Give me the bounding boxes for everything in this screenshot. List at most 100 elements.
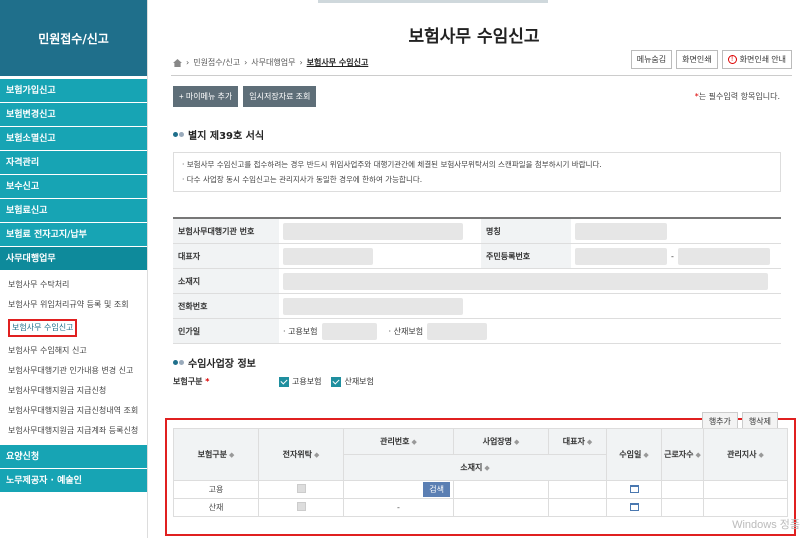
- sort-icon: ◆: [484, 464, 490, 472]
- approval-label: 인가일: [173, 319, 279, 343]
- breadcrumb-item[interactable]: 민원접수/신고: [193, 57, 240, 68]
- agency-no-label: 보험사무대행기관 번호: [173, 219, 279, 243]
- sidebar-sub-termination[interactable]: 보험사무 수임해지 신고: [0, 341, 147, 361]
- agency-no-value: [283, 222, 463, 240]
- sort-icon: ◆: [758, 451, 764, 459]
- search-button[interactable]: 검색: [423, 482, 450, 497]
- breadcrumb-current: 보험사무 수임신고: [306, 58, 369, 67]
- rep-value: [283, 247, 373, 265]
- top-strip: [318, 0, 548, 3]
- calendar-icon[interactable]: [629, 484, 639, 493]
- row-ins-type: 산재: [173, 498, 259, 517]
- sidebar-item-care-apply[interactable]: 요양신청: [0, 445, 147, 469]
- sort-icon: ◆: [411, 438, 417, 446]
- print-guide-label: 화면인쇄 안내: [739, 55, 786, 64]
- sidebar-sub-subscription-report[interactable]: 보험사무 수임신고: [0, 315, 147, 341]
- table-row: 산재 -: [173, 498, 788, 517]
- checkbox-icon: [331, 376, 342, 387]
- bullet-icon: [179, 360, 184, 365]
- rep-cell[interactable]: [548, 498, 607, 517]
- sort-icon: ◆: [586, 438, 593, 446]
- form-section-title: 별지 제39호 서식: [173, 127, 264, 142]
- rep-cell[interactable]: [548, 480, 607, 499]
- add-my-menu-button[interactable]: + 마이메뉴 추가: [173, 86, 239, 107]
- sort-icon: ◆: [314, 451, 320, 459]
- workers-cell[interactable]: [661, 498, 704, 517]
- calendar-icon[interactable]: [629, 502, 639, 511]
- main-content: 보험사무 수임신고 › 민원접수/신고 › 사무대행업무 › 보험사무 수임신고…: [148, 0, 800, 538]
- employment-checkbox[interactable]: 고용보험: [279, 376, 321, 387]
- header-biz-name[interactable]: 사업장명 ◆: [453, 428, 549, 455]
- rrn-value-front: [575, 247, 667, 265]
- subscribed-section-title: 수임사업장 정보: [173, 355, 256, 370]
- sidebar-sub-subsidy-history[interactable]: 보험사무대행지원금 지급신청내역 조회: [0, 401, 147, 421]
- breadcrumb-item[interactable]: 사무대행업무: [251, 57, 295, 68]
- required-note: *는 필수입력 항목입니다.: [694, 92, 780, 101]
- sidebar-item-insurance-join[interactable]: 보험가입신고: [0, 79, 147, 103]
- breadcrumb: › 민원접수/신고 › 사무대행업무 › 보험사무 수임신고: [173, 57, 368, 68]
- workers-cell[interactable]: [661, 480, 704, 499]
- action-buttons: + 마이메뉴 추가 임시저장자료 조회: [173, 86, 317, 107]
- sidebar-sub-delegation-rules[interactable]: 보험사무 위임처리규약 등록 및 조회: [0, 295, 147, 315]
- header-electronic[interactable]: 전자위탁 ◆: [258, 428, 344, 481]
- notice-line: · 다수 사업장 동시 수임신고는 관리지사가 동일한 경우에 한하여 가능합니…: [182, 175, 423, 184]
- sidebar-item-premium-report[interactable]: 보험료신고: [0, 199, 147, 223]
- industrial-checkbox[interactable]: 산재보험: [331, 376, 374, 387]
- sidebar-sub-entrust[interactable]: 보험사무 수탁처리: [0, 275, 147, 295]
- header-date[interactable]: 수임일 ◆: [606, 428, 662, 481]
- sidebar-sub-subsidy-apply[interactable]: 보험사무대행지원금 지급신청: [0, 381, 147, 401]
- branch-cell[interactable]: [703, 480, 788, 499]
- phone-label: 전화번호: [173, 294, 279, 318]
- header-branch[interactable]: 관리지사 ◆: [703, 428, 788, 481]
- checkbox-icon: [279, 376, 289, 387]
- subscribed-grid: 보험구분 ◆ 전자위탁 ◆ 관리번호 ◆ 사업장명 ◆ 대표자 ◆ 수임일 ◆ 근로자수 ◆ …: [173, 428, 788, 517]
- header-mgmt-no[interactable]: 관리번호 ◆: [343, 428, 454, 455]
- sidebar-item-e-billing[interactable]: 보험료 전자고지/납부: [0, 223, 147, 247]
- sidebar: 민원접수/신고 보험가입신고 보험변경신고 보험소멸신고 자격관리 보수신고 보…: [0, 0, 148, 538]
- home-icon[interactable]: [173, 58, 182, 67]
- rrn-value-back: [677, 247, 770, 265]
- table-row: 고용 검색: [173, 480, 788, 499]
- industrial-label: · 산재보험: [388, 326, 424, 336]
- sidebar-item-qualification[interactable]: 자격관리: [0, 151, 147, 175]
- rrn-label: 주민등록번호: [481, 244, 571, 268]
- header-address[interactable]: 소재지 ◆: [343, 454, 607, 481]
- name-label: 명칭: [481, 219, 571, 243]
- sidebar-item-agency-work[interactable]: 사무대행업무: [0, 247, 147, 271]
- sidebar-title: 민원접수/신고: [0, 0, 147, 76]
- name-value: [575, 222, 667, 240]
- print-button[interactable]: 화면인쇄: [676, 50, 718, 69]
- bullet-icon: [173, 132, 178, 137]
- sort-icon: ◆: [229, 451, 235, 459]
- sidebar-item-salary-report[interactable]: 보수신고: [0, 175, 147, 199]
- hide-menu-button[interactable]: 메뉴숨김: [630, 50, 673, 69]
- branch-cell[interactable]: [703, 498, 788, 517]
- header-rep[interactable]: 대표자 ◆: [548, 428, 607, 455]
- address-value: [283, 272, 768, 290]
- rep-label: 대표자: [173, 244, 279, 268]
- alert-icon: !: [727, 55, 737, 64]
- sidebar-item-insurance-change[interactable]: 보험변경신고: [0, 103, 147, 127]
- page-title: 보험사무 수임신고: [408, 27, 540, 47]
- sidebar-item-insurance-end[interactable]: 보험소멸신고: [0, 127, 147, 151]
- phone-value: [283, 297, 463, 315]
- bullet-icon: [173, 360, 178, 365]
- print-guide-button[interactable]: ! 화면인쇄 안내: [721, 50, 792, 69]
- sidebar-sub-agency-change[interactable]: 보험사무대행기관 인가내용 변경 신고: [0, 361, 147, 381]
- temp-saved-button[interactable]: 임시저장자료 조회: [243, 86, 317, 107]
- sidebar-item-labor-artist[interactable]: 노무제공자 · 예술인: [0, 469, 147, 493]
- divider: [171, 75, 792, 76]
- sort-icon: ◆: [514, 438, 520, 446]
- sidebar-sub-subsidy-account[interactable]: 보험사무대행지원금 지급계좌 등록신청: [0, 421, 147, 441]
- top-buttons: 메뉴숨김 화면인쇄 ! 화면인쇄 안내: [630, 50, 792, 69]
- watermark: Windows 정품: [732, 519, 800, 531]
- electronic-checkbox[interactable]: [296, 484, 306, 493]
- header-workers[interactable]: 근로자수 ◆: [661, 428, 704, 481]
- mgmt-no-cell[interactable]: -: [343, 498, 454, 517]
- header-ins-type[interactable]: 보험구분 ◆: [173, 428, 259, 481]
- address-label: 소재지: [173, 269, 279, 293]
- electronic-checkbox[interactable]: [296, 502, 306, 511]
- bullet-icon: [179, 132, 184, 137]
- biz-name-cell[interactable]: [453, 480, 549, 499]
- biz-name-cell[interactable]: [453, 498, 549, 517]
